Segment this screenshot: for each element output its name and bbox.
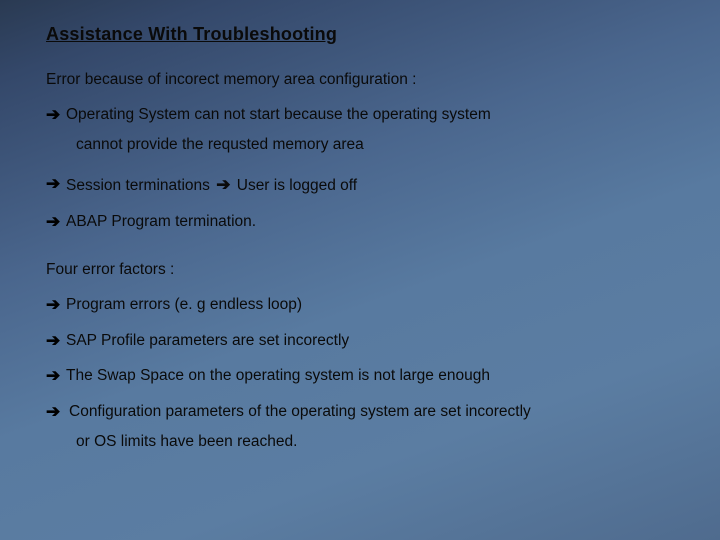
session-post: User is logged off bbox=[232, 177, 357, 194]
arrow-icon: ➔ bbox=[46, 295, 66, 315]
bullet-text: Program errors (e. g endless loop) bbox=[66, 295, 674, 314]
bullet-factor-1: ➔ Program errors (e. g endless loop) bbox=[46, 295, 674, 315]
bullet-text: Configuration parameters of the operatin… bbox=[66, 402, 674, 421]
arrow-icon: ➔ bbox=[46, 331, 66, 351]
bullet-abap: ➔ ABAP Program termination. bbox=[46, 212, 674, 232]
bullet-factor-4-cont: or OS limits have been reached. bbox=[76, 428, 674, 456]
intro-line-1: Error because of incorect memory area co… bbox=[46, 71, 674, 89]
bullet-text: ABAP Program termination. bbox=[66, 212, 674, 231]
bullet-factor-3: ➔ The Swap Space on the operating system… bbox=[46, 366, 674, 386]
arrow-icon: ➔ bbox=[46, 212, 66, 232]
slide: Assistance With Troubleshooting Error be… bbox=[0, 0, 720, 540]
bullet-text: The Swap Space on the operating system i… bbox=[66, 366, 674, 385]
bullet-text: Session terminations ➔ User is logged of… bbox=[66, 174, 674, 195]
bullet-os-start-cont: cannot provide the requsted memory area bbox=[76, 131, 674, 159]
arrow-icon: ➔ bbox=[46, 366, 66, 386]
bullet-factor-4: ➔ Configuration parameters of the operat… bbox=[46, 402, 674, 422]
bullet-factor-2: ➔ SAP Profile parameters are set incorec… bbox=[46, 331, 674, 351]
arrow-icon: ➔ bbox=[46, 402, 66, 422]
bullet-os-start: ➔ Operating System can not start because… bbox=[46, 105, 674, 125]
arrow-icon: ➔ bbox=[46, 105, 66, 125]
slide-title: Assistance With Troubleshooting bbox=[46, 24, 674, 45]
intro-line-2: Four error factors : bbox=[46, 261, 674, 279]
arrow-icon: ➔ bbox=[46, 174, 66, 194]
arrow-icon: ➔ bbox=[214, 175, 232, 194]
spacer bbox=[46, 247, 674, 261]
bullet-text: SAP Profile parameters are set incorectl… bbox=[66, 331, 674, 350]
session-pre: Session terminations bbox=[66, 177, 214, 194]
bullet-text: Operating System can not start because t… bbox=[66, 105, 674, 124]
bullet-session: ➔ Session terminations ➔ User is logged … bbox=[46, 174, 674, 195]
